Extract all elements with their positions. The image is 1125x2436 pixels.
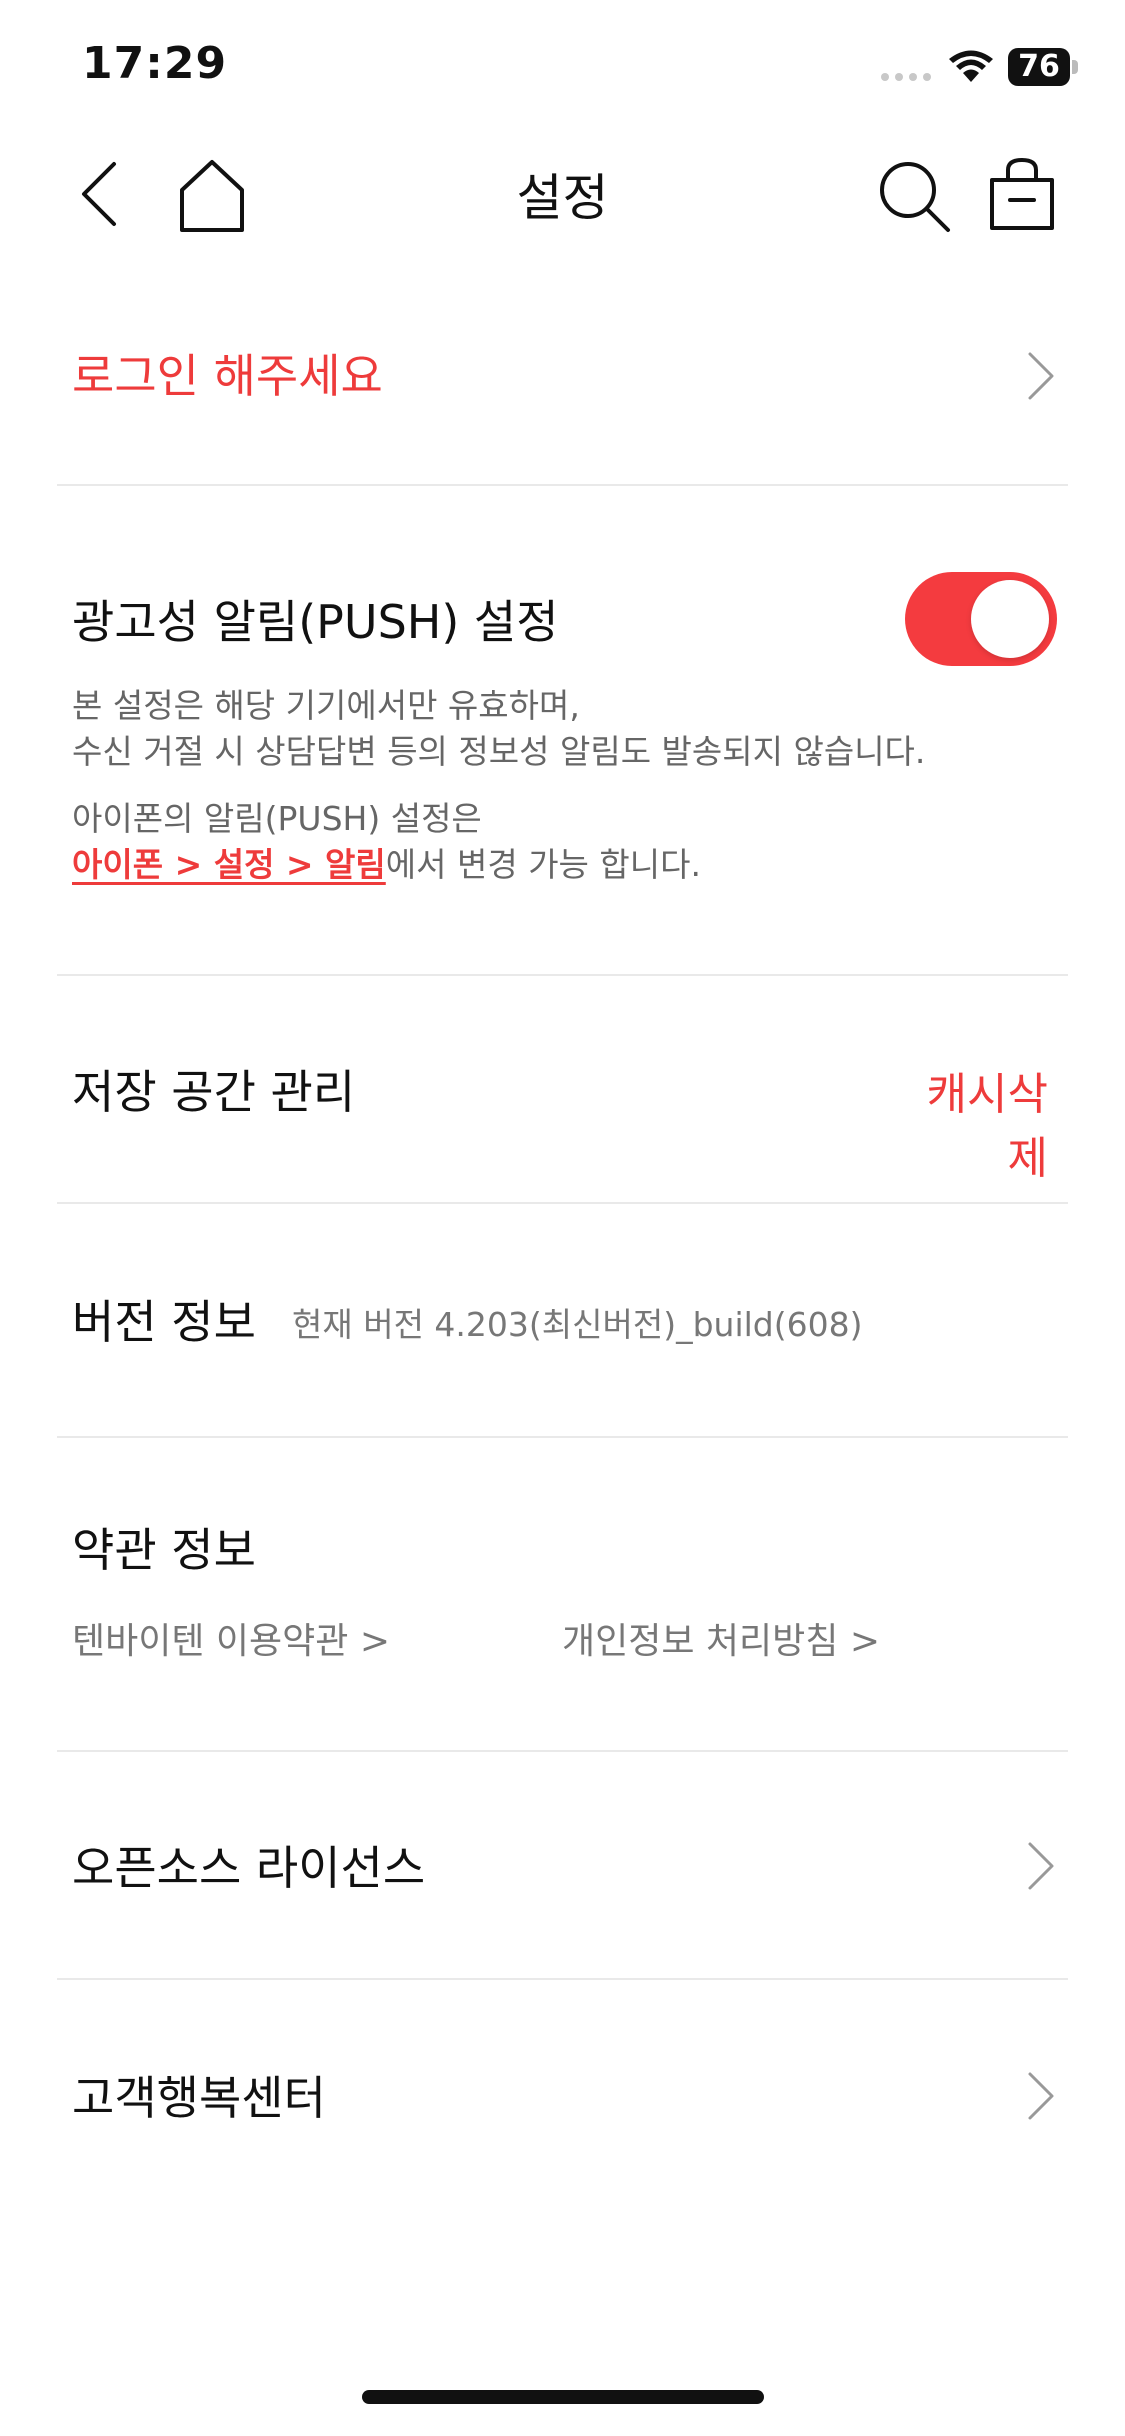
battery-icon: 76 xyxy=(1008,48,1080,86)
iphone-settings-link[interactable]: 아이폰 > 설정 > 알림 xyxy=(72,845,386,884)
cellular-signal-icon xyxy=(881,73,931,81)
search-icon[interactable] xyxy=(874,156,954,236)
version-title: 버전 정보 xyxy=(72,1295,256,1349)
divider xyxy=(57,484,1068,486)
page-title: 설정 xyxy=(516,169,609,227)
clear-cache-button[interactable]: 캐시삭제 xyxy=(890,1058,1048,1186)
home-indicator xyxy=(362,2390,764,2404)
chevron-right-icon[interactable] xyxy=(1022,1838,1058,1894)
opensource-license-item[interactable]: 오픈소스 라이선스 xyxy=(72,1832,425,1898)
push-note-suffix: 에서 변경 가능 합니다. xyxy=(385,845,701,884)
customer-center-item[interactable]: 고객행복센터 xyxy=(72,2062,326,2128)
divider xyxy=(57,974,1068,976)
terms-of-use-link[interactable]: 텐바이텐 이용약관 > xyxy=(72,1612,390,1664)
login-link[interactable]: 로그인 해주세요 xyxy=(72,340,383,406)
divider xyxy=(57,1978,1068,1980)
toggle-knob xyxy=(971,580,1049,658)
battery-level: 76 xyxy=(1008,48,1070,86)
status-time: 17:29 xyxy=(82,38,228,89)
terms-title: 약관 정보 xyxy=(72,1523,256,1577)
divider xyxy=(57,1436,1068,1438)
wifi-icon xyxy=(949,50,993,82)
chevron-right-icon[interactable] xyxy=(1022,348,1058,404)
version-value: 현재 버전 4.203(최신버전)_build(608) xyxy=(292,1305,863,1344)
divider xyxy=(57,1202,1068,1204)
storage-title: 저장 공간 관리 xyxy=(72,1065,356,1119)
push-note-line1: 아이폰의 알림(PUSH) 설정은 xyxy=(72,799,482,838)
push-toggle[interactable] xyxy=(905,572,1057,666)
shopping-bag-icon[interactable] xyxy=(982,156,1062,236)
chevron-right-icon[interactable] xyxy=(1022,2068,1058,2124)
divider xyxy=(57,1750,1068,1752)
privacy-policy-link[interactable]: 개인정보 처리방침 > xyxy=(562,1612,880,1664)
push-description-line2: 수신 거절 시 상담답변 등의 정보성 알림도 발송되지 않습니다. xyxy=(72,732,926,771)
push-description-line1: 본 설정은 해당 기기에서만 유효하며, xyxy=(72,686,580,725)
push-setting-title: 광고성 알림(PUSH) 설정 xyxy=(72,595,559,649)
push-note-line2: 아이폰 > 설정 > 알림에서 변경 가능 합니다. xyxy=(72,842,701,888)
